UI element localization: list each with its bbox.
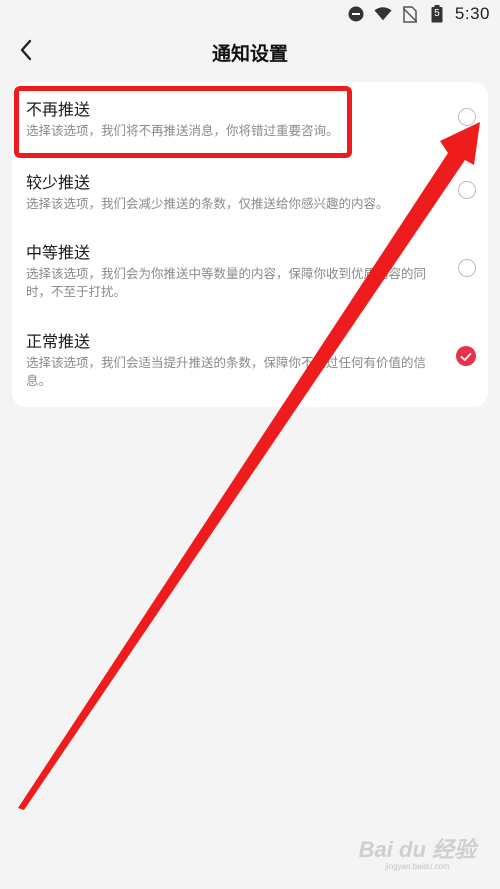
- wifi-icon: [374, 5, 392, 23]
- option-desc: 选择该选项，我们会适当提升推送的条数，保障你不错过任何有价值的信息。: [26, 355, 427, 388]
- watermark-url: jingyan.baidu.com: [385, 862, 450, 871]
- option-title: 正常推送: [26, 332, 91, 351]
- status-bar: 5 5:30: [0, 0, 500, 28]
- do-not-disturb-icon: [347, 5, 365, 23]
- option-desc: 选择该选项，我们将不再推送消息，你将错过重要咨询。: [26, 123, 339, 138]
- radio-button[interactable]: [458, 181, 476, 199]
- page-title: 通知设置: [211, 42, 288, 65]
- notification-options-card: 不再推送 选择该选项，我们将不再推送消息，你将错过重要咨询。 较少推送 选择该选…: [12, 82, 488, 407]
- option-no-push[interactable]: 不再推送 选择该选项，我们将不再推送消息，你将错过重要咨询。: [12, 82, 488, 158]
- radio-button-checked[interactable]: [456, 346, 476, 366]
- watermark-logo: Bai du 经验: [358, 837, 476, 862]
- chevron-left-icon: [19, 39, 33, 65]
- back-button[interactable]: [12, 36, 40, 68]
- option-desc: 选择该选项，我们会减少推送的条数，仅推送给你感兴趣的内容。: [26, 196, 389, 211]
- status-time: 5:30: [454, 4, 490, 23]
- option-title: 较少推送: [26, 173, 91, 192]
- option-medium-push[interactable]: 中等推送 选择该选项，我们会为你推送中等数量的内容，保障你收到优质内容的同时，不…: [12, 222, 488, 310]
- header: 通知设置: [0, 28, 500, 76]
- radio-button[interactable]: [458, 259, 476, 277]
- battery-icon: 5: [428, 5, 446, 23]
- battery-level: 5: [434, 8, 440, 19]
- option-less-push[interactable]: 较少推送 选择该选项，我们会减少推送的条数，仅推送给你感兴趣的内容。: [12, 158, 488, 222]
- option-normal-push[interactable]: 正常推送 选择该选项，我们会适当提升推送的条数，保障你不错过任何有价值的信息。: [12, 310, 488, 407]
- check-icon: [460, 347, 472, 366]
- option-title: 中等推送: [26, 243, 91, 262]
- option-desc: 选择该选项，我们会为你推送中等数量的内容，保障你收到优质内容的同时，不至于打扰。: [26, 266, 427, 299]
- watermark: Bai du 经验 jingyan.baidu.com: [359, 832, 476, 871]
- radio-button[interactable]: [458, 108, 476, 126]
- no-sim-icon: [401, 5, 419, 23]
- option-title: 不再推送: [26, 100, 91, 119]
